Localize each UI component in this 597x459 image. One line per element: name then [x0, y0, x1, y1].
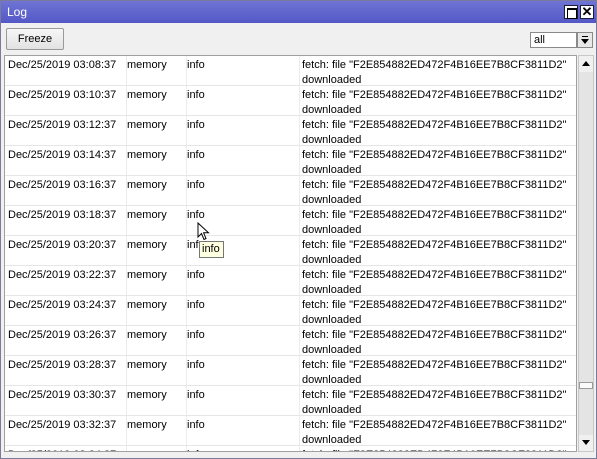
- log-level-cell: info: [187, 419, 205, 431]
- log-topic-cell: memory: [127, 209, 167, 221]
- log-message-cell: fetch: file "F2E854882ED472F4B16EE7B8CF3…: [302, 359, 567, 386]
- filter-dropdown-icon[interactable]: [577, 32, 593, 48]
- log-message-cell: fetch: file "F2E854882ED472F4B16EE7B8CF3…: [302, 419, 567, 446]
- log-time-cell: Dec/25/2019 03:28:37: [8, 359, 117, 371]
- log-topic-cell: memory: [127, 299, 167, 311]
- log-topic-cell: memory: [127, 389, 167, 401]
- log-time-cell: Dec/25/2019 03:16:37: [8, 179, 117, 191]
- log-topic-cell: memory: [127, 179, 167, 191]
- log-topic-cell: memory: [127, 89, 167, 101]
- log-time-cell: Dec/25/2019 03:24:37: [8, 299, 117, 311]
- log-row[interactable]: Dec/25/2019 03:26:37 memory info fetch: fil…: [5, 326, 576, 356]
- log-time-cell: Dec/25/2019 03:26:37: [8, 329, 117, 341]
- log-level-cell: info: [187, 59, 205, 71]
- log-row[interactable]: Dec/25/2019 03:28:37 memory info fetch: fil…: [5, 356, 576, 386]
- log-row[interactable]: Dec/25/2019 03:12:37 memory info fetch: fil…: [5, 116, 576, 146]
- log-message-cell: fetch: file "F2E854882ED472F4B16EE7B8CF3…: [302, 389, 567, 416]
- log-message-cell: fetch: file "F2E854882ED472F4B16EE7B8CF3…: [302, 269, 567, 296]
- scroll-thumb[interactable]: [579, 382, 593, 389]
- scroll-down-icon[interactable]: [579, 435, 593, 451]
- log-row[interactable]: Dec/25/2019 03:30:37 memory info fetch: fil…: [5, 386, 576, 416]
- log-time-cell: Dec/25/2019 03:18:37: [8, 209, 117, 221]
- log-message-cell: fetch: file "F2E854882ED472F4B16EE7B8CF3…: [302, 119, 567, 146]
- log-message-cell: fetch: file "F2E854882ED472F4B16EE7B8CF3…: [302, 59, 567, 86]
- scroll-track[interactable]: [579, 72, 593, 435]
- log-message-cell: fetch: file "F2E854882ED472F4B16EE7B8CF3…: [302, 299, 567, 326]
- log-row[interactable]: Dec/25/2019 03:14:37 memory info fetch: fil…: [5, 146, 576, 176]
- log-time-cell: Dec/25/2019 03:12:37: [8, 119, 117, 131]
- log-topic-cell: memory: [127, 119, 167, 131]
- log-message-cell: fetch: file "F2E854882ED472F4B16EE7B8CF3…: [302, 149, 567, 176]
- log-row[interactable]: Dec/25/2019 03:32:37 memory info fetch: fil…: [5, 416, 576, 446]
- log-topic-cell: memory: [127, 419, 167, 431]
- log-topic-cell: memory: [127, 269, 167, 281]
- log-window: Log ✕ Freeze all Dec/25/2019 03:08:37 mem…: [0, 0, 597, 459]
- log-message-cell: fetch: file "F2E854882ED472F4B16EE7B8CF3…: [302, 239, 567, 266]
- log-topic-cell: memory: [127, 239, 167, 251]
- restore-button[interactable]: [564, 5, 578, 19]
- log-row[interactable]: Dec/25/2019 03:24:37 memory info fetch: fil…: [5, 296, 576, 326]
- close-icon: ✕: [581, 4, 593, 19]
- log-time-cell: Dec/25/2019 03:08:37: [8, 59, 117, 71]
- log-message-cell: fetch: file "F2E854882ED472F4B16EE7B8CF3…: [302, 329, 567, 356]
- log-level-cell: info: [187, 269, 205, 281]
- log-level-cell: info: [187, 389, 205, 401]
- log-topic-cell: memory: [127, 59, 167, 71]
- log-message-cell: fetch: file "F2E854882ED472F4B16EE7B8CF3…: [302, 89, 567, 116]
- log-topic-cell: memory: [127, 329, 167, 341]
- log-time-cell: Dec/25/2019 03:14:37: [8, 149, 117, 161]
- tooltip: info: [199, 241, 224, 258]
- log-level-cell: info: [187, 359, 205, 371]
- toolbar: Freeze all: [1, 23, 596, 55]
- mouse-cursor-icon: [197, 222, 210, 241]
- log-row[interactable]: Dec/25/2019 03:22:37 memory info fetch: fil…: [5, 266, 576, 296]
- window-title: Log: [7, 5, 28, 19]
- log-row[interactable]: Dec/25/2019 03:20:37 memory info fetch: fil…: [5, 236, 576, 266]
- log-level-cell: info: [187, 329, 205, 341]
- vertical-scrollbar[interactable]: [578, 55, 594, 452]
- log-time-cell: Dec/25/2019 03:32:37: [8, 419, 117, 431]
- title-bar[interactable]: Log ✕: [1, 1, 596, 23]
- log-time-cell: Dec/25/2019 03:22:37: [8, 269, 117, 281]
- log-level-cell: info: [187, 299, 205, 311]
- log-time-cell: Dec/25/2019 03:20:37: [8, 239, 117, 251]
- log-row[interactable]: Dec/25/2019 03:16:37 memory info fetch: fil…: [5, 176, 576, 206]
- log-list[interactable]: Dec/25/2019 03:08:37 memory info fetch: fil…: [4, 55, 577, 452]
- filter-select[interactable]: all: [530, 32, 577, 48]
- close-button[interactable]: ✕: [580, 4, 594, 19]
- log-message-cell: fetch: file "F2E854882ED472F4B16EE7B8CF3…: [302, 209, 567, 236]
- log-message-cell: fetch: file "F2E854882ED472F4B16EE7B8CF3…: [302, 179, 567, 206]
- log-row[interactable]: Dec/25/2019 03:18:37 memory info fetch: fil…: [5, 206, 576, 236]
- log-topic-cell: memory: [127, 149, 167, 161]
- log-row[interactable]: Dec/25/2019 03:10:37 memory info fetch: fil…: [5, 86, 576, 116]
- freeze-button[interactable]: Freeze: [6, 28, 64, 50]
- log-time-cell: Dec/25/2019 03:30:37: [8, 389, 117, 401]
- log-topic-cell: memory: [127, 359, 167, 371]
- log-level-cell: info: [187, 149, 205, 161]
- status-bar: [1, 452, 596, 458]
- log-level-cell: info: [187, 119, 205, 131]
- scroll-up-icon[interactable]: [579, 56, 593, 72]
- log-level-cell: info: [187, 89, 205, 101]
- log-level-cell: info: [187, 179, 205, 191]
- log-row[interactable]: Dec/25/2019 03:08:37 memory info fetch: fil…: [5, 56, 576, 86]
- filter-select-value: all: [534, 34, 546, 46]
- log-time-cell: Dec/25/2019 03:10:37: [8, 89, 117, 101]
